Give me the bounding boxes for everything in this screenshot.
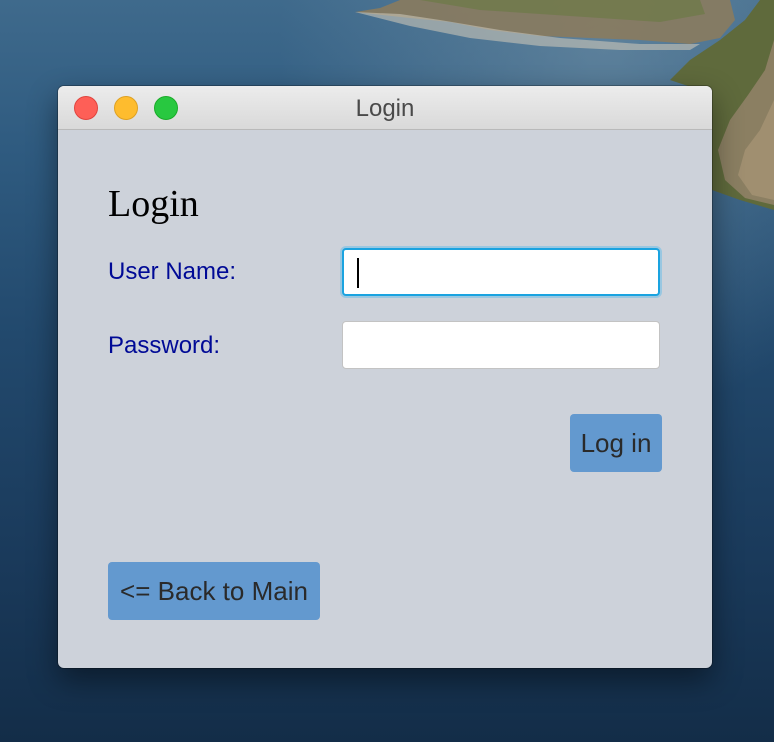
username-label: User Name: [108, 258, 237, 285]
username-field[interactable] [342, 248, 660, 296]
password-label: Password: [108, 332, 221, 359]
login-window: Login Login User Name: Password: Log in … [58, 86, 712, 668]
page-title: Login [108, 183, 199, 225]
password-field[interactable] [342, 321, 660, 369]
title-bar[interactable]: Login [58, 86, 712, 130]
login-form: Login User Name: Password: Log in <= Bac… [58, 130, 712, 668]
back-to-main-button[interactable]: <= Back to Main [108, 562, 320, 620]
text-caret [357, 258, 359, 288]
login-button[interactable]: Log in [570, 414, 662, 472]
window-title: Login [355, 95, 415, 122]
